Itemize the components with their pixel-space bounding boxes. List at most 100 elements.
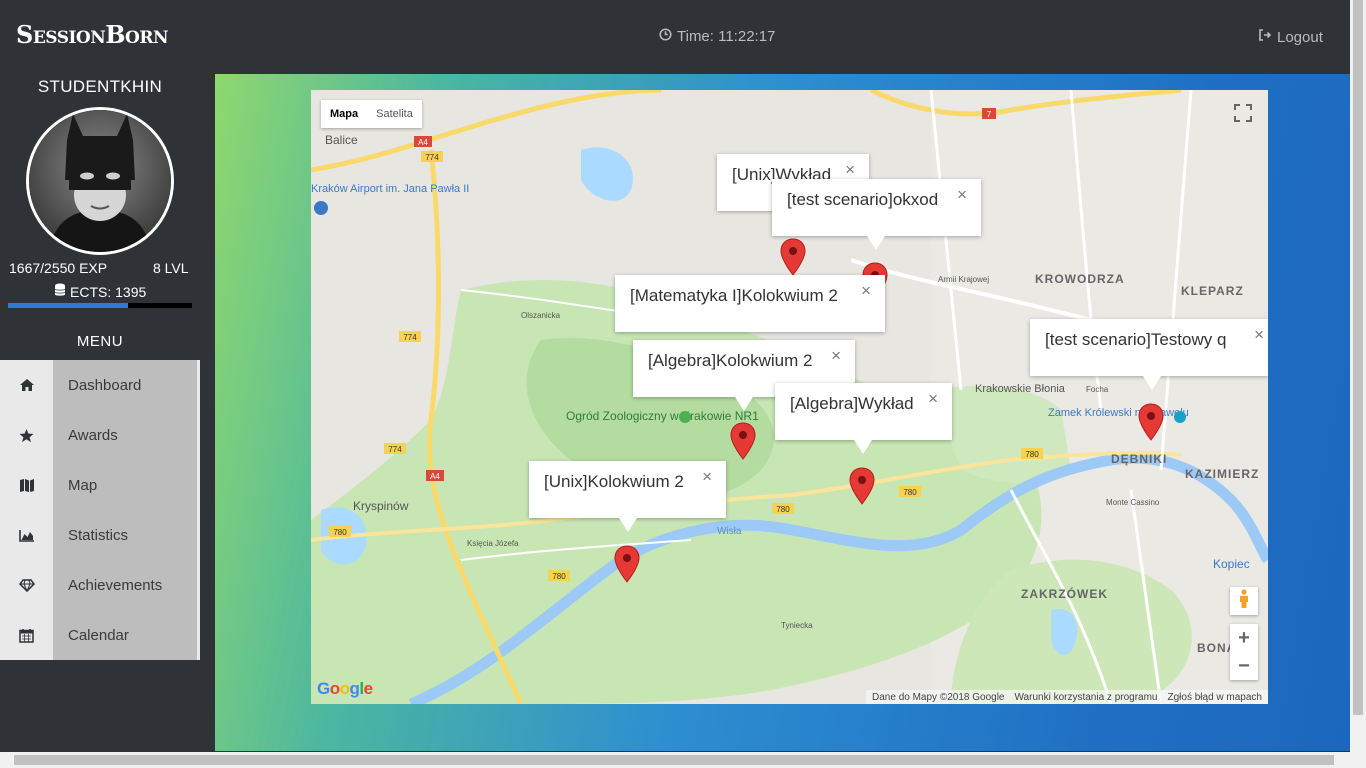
ects-label: ECTS: 1395 xyxy=(70,283,147,300)
attribution-report-link[interactable]: Zgłoś błąd w mapach xyxy=(1168,692,1263,703)
map-icon xyxy=(0,460,53,510)
map-type-mapa[interactable]: Mapa xyxy=(321,100,367,128)
app-logo[interactable]: SessionBorn xyxy=(16,20,169,49)
database-icon xyxy=(54,283,66,300)
place-label: Kopiec xyxy=(1213,557,1250,571)
map-marker[interactable] xyxy=(730,422,756,460)
street-label: Olszanicka xyxy=(521,311,561,320)
castle-poi-icon[interactable] xyxy=(1174,411,1186,423)
username: STUDENTKHIN xyxy=(37,77,163,96)
airport-icon[interactable] xyxy=(314,201,328,215)
info-window-text: [Matematyka I]Kolokwium 2 xyxy=(630,286,838,305)
street-label: Tyniecka xyxy=(781,621,813,630)
info-window-text: [test scenario]okxod xyxy=(787,190,939,209)
sidebar-item-awards[interactable]: Awards xyxy=(0,410,197,460)
svg-text:774: 774 xyxy=(403,333,417,342)
level-value: 8 LVL xyxy=(153,260,189,276)
info-window-close-button[interactable]: × xyxy=(861,281,871,301)
logout-button[interactable]: Logout xyxy=(1258,28,1323,46)
map-marker[interactable] xyxy=(614,545,640,583)
map-attribution: Dane do Mapy ©2018 Google Warunki korzys… xyxy=(866,690,1268,704)
place-label: Krakowskie Błonia xyxy=(975,383,1066,395)
place-label: Ogród Zoologiczny w Krakowie NR1 xyxy=(566,409,759,423)
sign-out-icon xyxy=(1258,28,1272,46)
google-map[interactable]: A4 774 774 774 A4 780 780 780 780 780 7 … xyxy=(311,90,1268,704)
info-window-close-button[interactable]: × xyxy=(957,185,967,205)
horizontal-scrollbar-thumb[interactable] xyxy=(14,755,1334,765)
logout-label: Logout xyxy=(1277,28,1323,46)
road-shield-780: 780 xyxy=(899,486,921,497)
exp-progress-fill xyxy=(8,303,129,308)
map-marker[interactable] xyxy=(780,238,806,276)
info-window-close-button[interactable]: × xyxy=(831,346,841,366)
svg-text:774: 774 xyxy=(388,445,402,454)
clock-icon xyxy=(659,28,672,45)
google-logo-letter: e xyxy=(363,679,373,698)
zoom-in-button[interactable]: + xyxy=(1230,624,1258,652)
map-marker[interactable] xyxy=(1138,403,1164,441)
zoom-out-button[interactable]: − xyxy=(1230,652,1258,680)
ects-display: ECTS: 1395 xyxy=(54,283,146,300)
info-window: [Unix]Kolokwium 2 × xyxy=(529,461,726,518)
info-window: [test scenario]okxod × xyxy=(772,179,981,236)
fullscreen-icon xyxy=(1234,103,1252,127)
street-view-pegman[interactable] xyxy=(1230,587,1258,615)
info-window: [Matematyka I]Kolokwium 2 × xyxy=(615,275,885,332)
street-label: Monte Cassino xyxy=(1106,498,1160,507)
info-window-close-button[interactable]: × xyxy=(928,389,938,409)
info-window-text: [Algebra]Kolokwium 2 xyxy=(648,351,813,370)
road-shield-a4: A4 xyxy=(426,470,444,481)
info-window-close-button[interactable]: × xyxy=(845,160,855,180)
road-shield-780: 780 xyxy=(1021,448,1043,459)
map-type-control: Mapa Satelita xyxy=(321,100,422,128)
svg-text:A4: A4 xyxy=(418,138,428,147)
info-window-tail xyxy=(735,397,753,411)
sidebar-item-calendar[interactable]: Calendar xyxy=(0,610,197,660)
area-chart-icon xyxy=(0,510,53,560)
sidebar-menu: Dashboard Awards Map Statistics Achievem… xyxy=(0,360,200,660)
zoom-control: + − xyxy=(1230,624,1258,680)
place-label: Zamek Królewski na Wawelu xyxy=(1048,407,1189,419)
info-window-close-button[interactable]: × xyxy=(1254,325,1264,345)
sidebar-item-statistics[interactable]: Statistics xyxy=(0,510,197,560)
zoo-poi-icon[interactable] xyxy=(679,411,691,423)
fullscreen-button[interactable] xyxy=(1228,100,1258,130)
svg-text:780: 780 xyxy=(903,488,917,497)
google-logo[interactable]: Google xyxy=(317,679,373,699)
menu-title: MENU xyxy=(76,333,124,350)
sidebar-item-label: Achievements xyxy=(68,576,163,594)
exp-progress-bar xyxy=(8,303,192,308)
svg-text:A4: A4 xyxy=(430,472,440,481)
road-shield-a4: A4 xyxy=(414,136,432,147)
sidebar-item-map[interactable]: Map xyxy=(0,460,197,510)
info-window-tail xyxy=(619,518,637,532)
google-logo-text: Google xyxy=(317,679,373,698)
info-window: [Algebra]Wykład × xyxy=(775,383,952,440)
attribution-terms-link[interactable]: Warunki korzystania z programu xyxy=(1014,692,1157,703)
avatar[interactable] xyxy=(26,107,174,255)
vertical-scrollbar[interactable] xyxy=(1350,0,1366,752)
street-label: Focha xyxy=(1086,385,1109,394)
horizontal-scrollbar[interactable] xyxy=(0,752,1366,768)
sidebar-item-dashboard[interactable]: Dashboard xyxy=(0,360,197,410)
info-window: [test scenario]Testowy q × xyxy=(1030,319,1268,376)
map-type-satelita[interactable]: Satelita xyxy=(367,100,422,128)
svg-text:7: 7 xyxy=(987,110,992,119)
google-logo-letter: o xyxy=(329,679,340,698)
sidebar-item-achievements[interactable]: Achievements xyxy=(0,560,197,610)
time-label: Time: 11:22:17 xyxy=(677,28,776,45)
info-window-text: [Unix]Kolokwium 2 xyxy=(544,472,684,491)
road-shield-7: 7 xyxy=(982,108,996,119)
place-label: Kraków Airport im. Jana Pawła II xyxy=(311,183,469,195)
info-window-text: [Algebra]Wykład xyxy=(790,394,914,413)
info-window-close-button[interactable]: × xyxy=(702,467,712,487)
vertical-scrollbar-thumb[interactable] xyxy=(1353,0,1363,715)
map-marker[interactable] xyxy=(849,467,875,505)
top-header: SessionBorn Time: 11:22:17 Logout xyxy=(0,0,1350,74)
svg-text:780: 780 xyxy=(552,572,566,581)
place-label: KROWODRZA xyxy=(1035,272,1125,286)
sidebar: STUDENTKHIN 1667/2550 EXP 8 LVL ECTS: 13… xyxy=(0,74,215,768)
google-logo-letter: G xyxy=(317,679,330,698)
sidebar-item-label: Calendar xyxy=(68,626,129,644)
svg-text:774: 774 xyxy=(425,153,439,162)
